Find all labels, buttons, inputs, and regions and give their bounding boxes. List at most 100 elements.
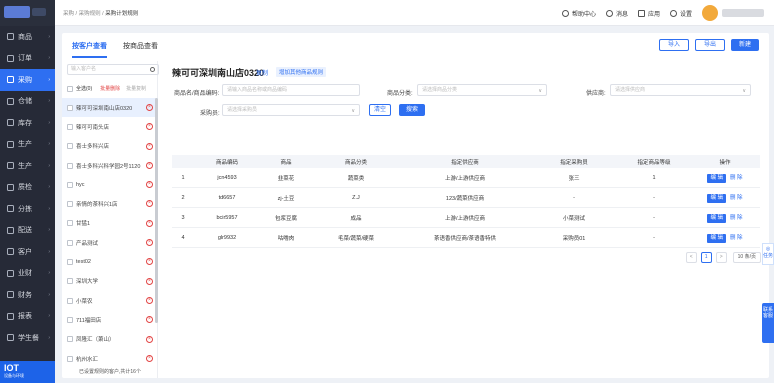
customer-list-scrollbar[interactable] <box>155 98 158 323</box>
customer-list-item[interactable]: 杭州水汇 × <box>62 349 158 368</box>
sidebar-item-12[interactable]: 财务 › <box>0 284 55 306</box>
delete-icon[interactable]: × <box>146 104 153 111</box>
task-float-button[interactable]: ◎ 任务 <box>762 243 774 265</box>
batch-delete-button[interactable]: 批量删除 <box>100 85 120 92</box>
breadcrumb-item[interactable]: 采购规则 <box>79 11 101 17</box>
sidebar-item-0[interactable]: 商品 › <box>0 26 55 48</box>
customer-list-item[interactable]: 产品测试 × <box>62 233 158 252</box>
clear-button[interactable]: 清空 <box>369 104 391 116</box>
customer-checkbox[interactable] <box>67 316 73 323</box>
delete-icon[interactable]: × <box>146 296 153 304</box>
delete-icon[interactable]: × <box>146 335 153 343</box>
edit-button[interactable]: 编 辑 <box>707 173 726 183</box>
prev-page-button[interactable]: < <box>685 252 697 263</box>
delete-link[interactable]: 删 除 <box>730 235 743 241</box>
delete-icon[interactable]: × <box>146 277 153 285</box>
customer-checkbox[interactable] <box>67 259 73 266</box>
sidebar-item-8[interactable]: 分拣 › <box>0 198 55 220</box>
meal-icon <box>7 334 14 342</box>
export-button[interactable]: 导出 <box>694 39 725 51</box>
tab-by-customer[interactable]: 按客户查看 <box>72 41 107 58</box>
customer-list-item[interactable]: 亲情的茶科兴1店 × <box>62 194 158 213</box>
messages-link[interactable]: 消息 <box>605 9 628 18</box>
batch-copy-button[interactable]: 批量复制 <box>126 85 146 92</box>
customer-checkbox[interactable] <box>67 220 73 227</box>
customer-search-input[interactable]: 输入客户名 <box>67 64 159 75</box>
edit-button[interactable]: 编 辑 <box>707 233 726 243</box>
sidebar-item-10[interactable]: 客户 › <box>0 241 55 263</box>
delete-link[interactable]: 删 除 <box>730 195 743 201</box>
supplier-select[interactable]: 请选择供应商 ∨ <box>610 84 751 96</box>
help-center-link[interactable]: 帮助中心 <box>561 9 596 18</box>
product-name-input[interactable]: 请输入商品名称或商品编码 <box>222 84 360 96</box>
delete-icon[interactable]: × <box>146 142 153 150</box>
delete-icon[interactable]: × <box>146 354 153 362</box>
delete-icon[interactable]: × <box>146 161 153 169</box>
sidebar-item-11[interactable]: 业财 › <box>0 263 55 285</box>
iot-badge[interactable]: IOT 设备与环境 <box>0 361 55 383</box>
customer-list-item[interactable]: 喜士多科兴店 × <box>62 137 158 156</box>
search-icon[interactable] <box>150 67 155 72</box>
delete-icon[interactable]: × <box>146 200 153 208</box>
customer-list-item[interactable]: test02 × <box>62 252 158 271</box>
customer-list-item[interactable]: 深圳大学 × <box>62 272 158 291</box>
next-page-button[interactable]: > <box>715 252 727 263</box>
tab-by-product[interactable]: 按商品查看 <box>123 41 158 58</box>
sidebar-item-3[interactable]: 仓储 › <box>0 91 55 113</box>
customer-checkbox[interactable] <box>67 355 73 362</box>
import-button[interactable]: 导入 <box>658 39 689 51</box>
customer-checkbox[interactable] <box>67 181 73 188</box>
customer-checkbox[interactable] <box>67 336 73 343</box>
customer-checkbox[interactable] <box>67 104 73 111</box>
customer-list-item[interactable]: 辣可可南头店 × <box>62 117 158 136</box>
customer-checkbox[interactable] <box>67 239 73 246</box>
buyer-select[interactable]: 请选择采购员 ∨ <box>222 104 360 116</box>
sidebar-item-7[interactable]: 质检 › <box>0 177 55 199</box>
sidebar-item-13[interactable]: 报表 › <box>0 306 55 328</box>
delete-link[interactable]: 删 除 <box>730 175 743 181</box>
customer-checkbox[interactable] <box>67 162 73 169</box>
copy-link[interactable]: 复制 <box>256 68 268 77</box>
delete-link[interactable]: 删 除 <box>730 215 743 221</box>
customer-list-item[interactable]: hyc × <box>62 175 158 194</box>
new-button[interactable]: 新建 <box>730 39 759 51</box>
delete-icon[interactable]: × <box>146 181 153 189</box>
customer-checkbox[interactable] <box>67 143 73 150</box>
customer-list-item[interactable]: 辣可可深圳南山店0320 × <box>62 98 158 118</box>
customer-checkbox[interactable] <box>67 123 73 130</box>
page-1-button[interactable]: 1 <box>700 252 712 263</box>
breadcrumb-item[interactable]: 采购 <box>63 11 74 17</box>
customer-checkbox[interactable] <box>67 297 73 304</box>
sidebar-item-14[interactable]: 学生餐 › <box>0 327 55 349</box>
edit-button[interactable]: 编 辑 <box>707 193 726 203</box>
delete-icon[interactable]: × <box>146 316 153 324</box>
select-all-checkbox[interactable] <box>67 85 73 92</box>
delete-icon[interactable]: × <box>146 258 153 266</box>
sidebar-item-1[interactable]: 订单 › <box>0 48 55 70</box>
apps-link[interactable]: 应用 <box>637 9 660 18</box>
customer-list-item[interactable]: 甘猛1 × <box>62 214 158 233</box>
page-size-select[interactable]: 10 条/页 <box>732 252 761 263</box>
user-name-redacted[interactable] <box>722 9 764 17</box>
customer-list-item[interactable]: 711福田店 × <box>62 310 158 329</box>
contact-service-button[interactable]: 联系客服 <box>762 303 774 343</box>
sidebar-item-9[interactable]: 配送 › <box>0 220 55 242</box>
sidebar-item-6[interactable]: 生产 › <box>0 155 55 177</box>
avatar[interactable] <box>702 5 718 21</box>
search-button[interactable]: 搜索 <box>399 104 425 116</box>
sidebar-item-2[interactable]: 采购 › <box>0 69 55 91</box>
edit-button[interactable]: 编 辑 <box>707 213 726 223</box>
delete-icon[interactable]: × <box>146 239 153 247</box>
delete-icon[interactable]: × <box>146 123 153 131</box>
delete-icon[interactable]: × <box>146 219 153 227</box>
add-rule-button[interactable]: 增加其他商品规则 <box>276 67 327 77</box>
settings-link[interactable]: 设置 <box>669 9 692 18</box>
customer-list-item[interactable]: 小菜农 × <box>62 291 158 310</box>
sidebar-item-4[interactable]: 库存 › <box>0 112 55 134</box>
sidebar-item-5[interactable]: 生产 › <box>0 134 55 156</box>
customer-checkbox[interactable] <box>67 278 73 285</box>
customer-list-item[interactable]: 喜士多科兴科学园2号1120 × <box>62 156 158 175</box>
customer-list-item[interactable]: 凤隆汇（萧山） × <box>62 330 158 349</box>
customer-checkbox[interactable] <box>67 201 73 208</box>
category-select[interactable]: 请选择商品分类 ∨ <box>417 84 547 96</box>
